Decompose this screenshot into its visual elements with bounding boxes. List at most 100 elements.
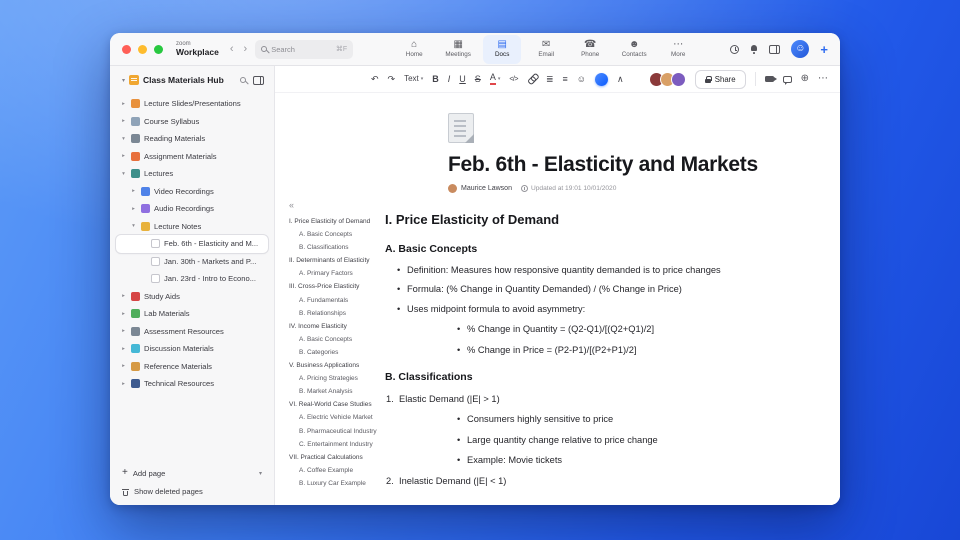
plus-icon[interactable]: + xyxy=(820,43,828,56)
outline-item[interactable]: A. Basic Concepts xyxy=(289,333,389,346)
share-button[interactable]: Share xyxy=(694,69,746,89)
sidebar-item[interactable]: ▸ Assessment Resources xyxy=(116,323,268,341)
outline-item[interactable]: A. Fundamentals xyxy=(289,294,389,307)
forward-button[interactable]: › xyxy=(244,43,248,55)
chevron-icon[interactable]: ▸ xyxy=(120,328,127,334)
minimize-window-button[interactable] xyxy=(138,44,147,54)
video-camera-icon[interactable] xyxy=(764,76,778,82)
text-color-button[interactable]: A ▾ xyxy=(489,73,500,85)
sidebar-item[interactable]: Feb. 6th - Elasticity and M... xyxy=(116,235,268,253)
outline-item[interactable]: IV. Income Elasticity xyxy=(289,320,389,333)
sidebar-item[interactable]: ▸ Assignment Materials xyxy=(116,148,268,166)
tab-email[interactable]: ✉ Email xyxy=(527,35,565,64)
outline-item[interactable]: III. Cross-Price Elasticity xyxy=(289,280,389,293)
sidebar-item[interactable]: ▸ Course Syllabus xyxy=(116,113,268,131)
chevron-icon[interactable]: ▸ xyxy=(120,381,127,387)
collapse-sidebar-icon[interactable] xyxy=(253,75,264,85)
show-deleted-pages-button[interactable]: Show deleted pages xyxy=(122,487,262,496)
more-options-icon[interactable]: ⋯ xyxy=(818,74,828,84)
chevron-icon[interactable]: ▾ xyxy=(120,136,127,142)
undo-button[interactable]: ↶ xyxy=(371,74,379,84)
collaborator-avatar[interactable] xyxy=(670,71,686,87)
tab-more[interactable]: ⋯ More xyxy=(659,35,697,64)
sidebar-item[interactable]: ▸ Discussion Materials xyxy=(116,340,268,358)
side-panel-icon[interactable] xyxy=(769,44,781,54)
outline-item[interactable]: C. Entertainment Industry xyxy=(289,438,389,451)
strikethrough-button[interactable]: S xyxy=(475,74,481,84)
user-avatar[interactable]: ☺ xyxy=(791,40,810,58)
sidebar-item[interactable]: ▸ Audio Recordings xyxy=(116,200,268,218)
chevron-icon[interactable]: ▸ xyxy=(120,311,127,317)
chevron-icon[interactable]: ▸ xyxy=(120,118,127,124)
tab-docs[interactable]: ▤ Docs xyxy=(483,34,522,64)
outline-item[interactable]: V. Business Applications xyxy=(289,359,389,372)
code-button[interactable]: </> xyxy=(509,76,518,83)
history-icon[interactable] xyxy=(730,44,740,54)
text-style-dropdown[interactable]: Text ▾ xyxy=(404,75,423,83)
bold-button[interactable]: B xyxy=(432,74,439,84)
emoji-icon[interactable]: ☺ xyxy=(577,74,586,84)
sidebar-item[interactable]: ▸ Reference Materials xyxy=(116,358,268,376)
align-icon[interactable]: ≡ xyxy=(563,74,568,84)
tab-home[interactable]: ⌂ Home xyxy=(395,35,433,64)
comments-icon[interactable] xyxy=(782,75,792,85)
outline-item[interactable]: II. Determinants of Elasticity xyxy=(289,254,389,267)
ai-companion-icon[interactable] xyxy=(594,72,608,86)
outline-item[interactable]: I. Price Elasticity of Demand xyxy=(289,215,389,228)
sidebar-item[interactable]: ▸ Lab Materials xyxy=(116,305,268,323)
chevron-icon[interactable]: ▸ xyxy=(120,101,127,107)
search-input[interactable]: Search ⌘F xyxy=(255,39,354,59)
sidebar-item[interactable]: ▸ Study Aids xyxy=(116,288,268,306)
outline-item[interactable]: A. Electric Vehicle Market xyxy=(289,411,389,424)
chevron-down-icon[interactable]: ▾ xyxy=(122,77,125,84)
sidebar-item[interactable]: Jan. 30th - Markets and P... xyxy=(116,253,268,271)
collapse-toolbar-icon[interactable]: ∧ xyxy=(617,74,624,84)
chevron-icon[interactable]: ▸ xyxy=(120,346,127,352)
sidebar-search-icon[interactable] xyxy=(240,77,246,83)
outline-item[interactable]: A. Pricing Strategies xyxy=(289,372,389,385)
outline-item[interactable]: B. Pharmaceutical Industry xyxy=(289,425,389,438)
notifications-icon[interactable] xyxy=(750,44,758,54)
outline-item[interactable]: A. Coffee Example xyxy=(289,464,389,477)
bulleted-list-icon[interactable]: ≣ xyxy=(546,74,554,84)
globe-icon[interactable]: ⊕ xyxy=(801,74,809,84)
collapse-outline-icon[interactable]: « xyxy=(289,201,389,210)
tab-phone[interactable]: ☎ Phone xyxy=(571,35,609,64)
sidebar-item[interactable]: ▸ Video Recordings xyxy=(116,183,268,201)
chevron-icon[interactable]: ▾ xyxy=(120,171,127,177)
chevron-icon[interactable]: ▸ xyxy=(120,153,127,159)
sidebar-item[interactable]: ▸ Technical Resources xyxy=(116,375,268,393)
sidebar-item[interactable]: ▾ Lectures xyxy=(116,165,268,183)
outline-item[interactable]: A. Basic Concepts xyxy=(289,228,389,241)
sidebar-item[interactable]: Jan. 23rd - Intro to Econo... xyxy=(116,270,268,288)
chevron-down-icon[interactable]: ▾ xyxy=(259,470,262,477)
outline-item[interactable]: VI. Real-World Case Studies xyxy=(289,398,389,411)
outline-item[interactable]: B. Market Analysis xyxy=(289,385,389,398)
chevron-icon[interactable]: ▸ xyxy=(120,293,127,299)
sidebar-item[interactable]: ▾ Lecture Notes xyxy=(116,218,268,236)
outline-item[interactable]: B. Relationships xyxy=(289,307,389,320)
outline-item[interactable]: A. Primary Factors xyxy=(289,267,389,280)
chevron-icon[interactable]: ▸ xyxy=(120,363,127,369)
tab-contacts[interactable]: ☻ Contacts xyxy=(615,35,653,64)
tab-meetings[interactable]: ▦ Meetings xyxy=(439,35,477,64)
chevron-icon[interactable]: ▾ xyxy=(130,223,137,229)
sidebar-item[interactable]: ▾ Reading Materials xyxy=(116,130,268,148)
sidebar-item[interactable]: ▸ Lecture Slides/Presentations xyxy=(116,95,268,113)
back-button[interactable]: ‹ xyxy=(230,43,234,55)
redo-button[interactable]: ↷ xyxy=(388,74,396,84)
chevron-icon[interactable]: ▸ xyxy=(130,188,137,194)
document-title[interactable]: Feb. 6th - Elasticity and Markets xyxy=(448,153,828,177)
outline-item[interactable]: B. Categories xyxy=(289,346,389,359)
chevron-icon[interactable]: ▸ xyxy=(130,206,137,212)
link-icon[interactable] xyxy=(526,73,537,84)
close-window-button[interactable] xyxy=(122,44,131,54)
document-content[interactable]: Feb. 6th - Elasticity and Markets Mauric… xyxy=(385,93,828,505)
outline-item[interactable]: VII. Practical Calculations xyxy=(289,451,389,464)
add-page-button[interactable]: + Add page ▾ xyxy=(122,468,262,478)
italic-button[interactable]: I xyxy=(448,74,451,84)
zoom-window-button[interactable] xyxy=(154,44,163,54)
outline-item[interactable]: B. Luxury Car Example xyxy=(289,477,389,490)
outline-item[interactable]: B. Classifications xyxy=(289,241,389,254)
underline-button[interactable]: U xyxy=(459,74,466,84)
